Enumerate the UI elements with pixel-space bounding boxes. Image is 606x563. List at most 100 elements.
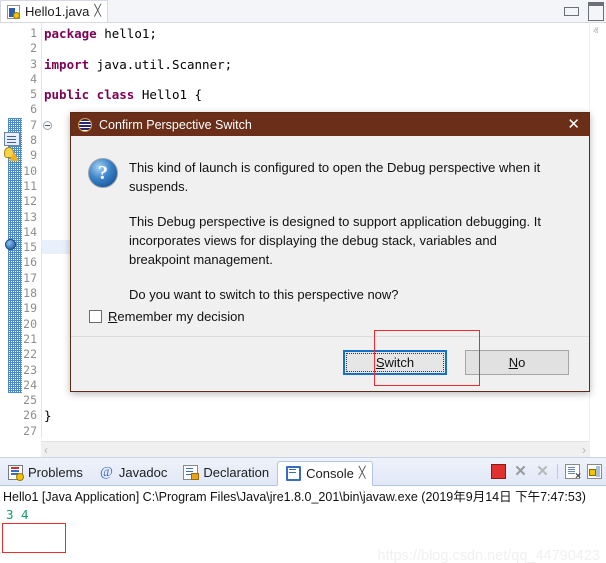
line-number: 1 <box>0 26 40 41</box>
confirm-perspective-switch-dialog: Confirm Perspective Switch ✕ ? This kind… <box>70 112 590 392</box>
tab-console[interactable]: Console ╳ <box>277 461 373 486</box>
line-number: 20 <box>0 317 40 332</box>
remember-my-decision-row[interactable]: Remember my decision <box>89 309 245 324</box>
scroll-left-icon[interactable]: ‹ <box>44 443 48 457</box>
code-line <box>44 393 232 408</box>
code-token: Hello1 { <box>134 87 202 102</box>
dialog-button-bar: Switch No <box>71 336 589 391</box>
line-number: 11 <box>0 179 40 194</box>
line-number: 18 <box>0 286 40 301</box>
declaration-icon <box>183 465 198 480</box>
no-button-label: No <box>509 355 526 370</box>
console-icon <box>286 466 301 481</box>
line-number: 12 <box>0 194 40 209</box>
line-number: 7 <box>0 118 40 133</box>
eclipse-logo-icon <box>78 118 92 132</box>
toolbar-divider <box>557 464 558 479</box>
line-number: 10 <box>0 164 40 179</box>
scroll-up-icon[interactable]: ⱏ <box>593 26 598 39</box>
line-number: 6 <box>0 102 40 117</box>
scroll-right-icon[interactable]: › <box>582 443 586 457</box>
tab-javadoc[interactable]: @ Javadoc <box>91 460 175 485</box>
edit-marker-icon[interactable] <box>4 132 20 146</box>
question-mark-icon: ? <box>88 158 118 188</box>
editor-titlebar: Hello1.java ╳ <box>0 0 606 22</box>
line-number: 13 <box>0 210 40 225</box>
line-number: 24 <box>0 378 40 393</box>
warning-marker-icon[interactable] <box>3 147 19 161</box>
code-token: java.util.Scanner; <box>89 57 232 72</box>
line-number: 5 <box>0 87 40 102</box>
tab-declaration-label: Declaration <box>203 465 269 480</box>
code-line: package hello1; <box>44 26 232 41</box>
java-keyword: public class <box>44 87 134 102</box>
code-line <box>44 41 232 56</box>
mnemonic-n: N <box>509 355 518 370</box>
clear-console-icon[interactable] <box>565 464 580 479</box>
tab-problems-label: Problems <box>28 465 83 480</box>
x-light-gray-icon[interactable]: ✕ <box>535 464 550 479</box>
java-file-icon <box>7 5 20 19</box>
dialog-titlebar: Confirm Perspective Switch ✕ <box>71 113 589 136</box>
no-button[interactable]: No <box>465 350 569 375</box>
switch-button[interactable]: Switch <box>343 350 447 375</box>
mnemonic-r: R <box>108 309 117 324</box>
remember-my-decision-checkbox[interactable] <box>89 310 102 323</box>
dialog-body: ? This kind of launch is configured to o… <box>71 136 589 391</box>
tab-declaration[interactable]: Declaration <box>175 460 277 485</box>
remember-my-decision-label: Remember my decision <box>108 309 245 324</box>
dialog-message: This kind of launch is configured to ope… <box>129 158 559 304</box>
mnemonic-s: S <box>376 355 385 370</box>
editor-tab-hello1-java[interactable]: Hello1.java ╳ <box>0 0 108 22</box>
tab-javadoc-label: Javadoc <box>119 465 167 480</box>
lock-icon[interactable] <box>587 464 602 479</box>
java-keyword: package <box>44 26 97 41</box>
code-line: } <box>44 408 232 423</box>
maximize-icon[interactable] <box>588 2 604 21</box>
line-number: 19 <box>0 301 40 316</box>
editor-tab-label: Hello1.java <box>25 4 89 19</box>
line-number: 14 <box>0 225 40 240</box>
tab-console-close-icon[interactable]: ╳ <box>359 468 365 479</box>
editor-horizontal-scrollbar[interactable]: ‹ › <box>41 441 589 457</box>
javadoc-at-icon: @ <box>99 465 114 480</box>
switch-button-label: Switch <box>376 355 414 370</box>
code-line: import java.util.Scanner; <box>44 57 232 72</box>
line-number-ruler: 1 2 3 4 5 6 7 8 9 10 11 12 13 14 15 16 17 18 19 20 21 22 23 24 2… <box>0 23 40 439</box>
line-number: 23 <box>0 363 40 378</box>
console-toolbar: ✕ ✕ <box>491 462 602 481</box>
watermark: https://blog.csdn.net/qq_44790423 <box>377 548 600 563</box>
dialog-paragraph-3: Do you want to switch to this perspectiv… <box>129 285 559 304</box>
line-number: 25 <box>0 393 40 408</box>
switch-label-rest: witch <box>385 355 415 370</box>
gutter-separator <box>41 23 42 438</box>
editor-tab-strip: Hello1.java ╳ <box>0 0 108 22</box>
dialog-paragraph-1: This kind of launch is configured to ope… <box>129 158 559 196</box>
editor-vertical-scrollbar[interactable]: ⱏ ⱟ <box>589 23 606 457</box>
code-token: hello1; <box>97 26 157 41</box>
stop-square-icon[interactable] <box>491 464 506 479</box>
bottom-tab-strip: Problems @ Javadoc Declaration Console ╳… <box>0 458 606 486</box>
dialog-title: Confirm Perspective Switch <box>99 118 567 132</box>
console-output-area[interactable]: Hello1 [Java Application] C:\Program Fil… <box>0 486 606 563</box>
close-icon[interactable]: ╳ <box>94 6 100 17</box>
line-number: 16 <box>0 255 40 270</box>
tab-console-label: Console <box>306 466 354 481</box>
dialog-paragraph-2: This Debug perspective is designed to su… <box>129 212 559 269</box>
code-line: public class Hello1 { <box>44 87 232 102</box>
eclipse-ide-window: Hello1.java ╳ 1 2 3 4 5 6 7 8 9 10 11 12 13 14 15 16 17 1… <box>0 0 606 563</box>
console-launch-header: Hello1 [Java Application] C:\Program Fil… <box>0 489 606 506</box>
remember-label-rest: emember my decision <box>117 309 244 324</box>
code-line <box>44 72 232 87</box>
line-number: 21 <box>0 332 40 347</box>
minimize-icon[interactable] <box>564 7 579 16</box>
code-token: } <box>44 408 52 423</box>
line-number: 17 <box>0 271 40 286</box>
line-number: 27 <box>0 424 40 439</box>
dialog-close-icon[interactable]: ✕ <box>567 117 580 132</box>
tab-problems[interactable]: Problems <box>0 460 91 485</box>
line-number: 22 <box>0 347 40 362</box>
java-keyword: import <box>44 57 89 72</box>
x-gray-icon[interactable]: ✕ <box>513 464 528 479</box>
line-number: 4 <box>0 72 40 87</box>
